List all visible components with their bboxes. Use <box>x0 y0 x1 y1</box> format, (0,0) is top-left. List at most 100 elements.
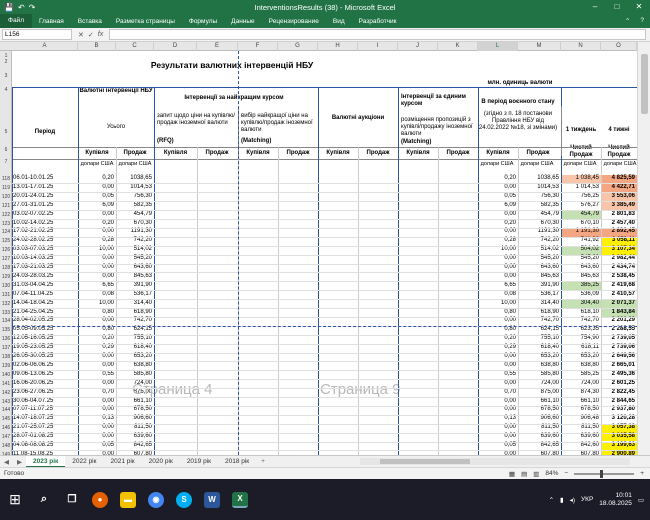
week1-cell[interactable]: 1 191,30 <box>561 228 601 237</box>
war-buy-cell[interactable]: 0,70 <box>478 389 518 397</box>
week1-cell[interactable]: 618,11 <box>561 344 601 352</box>
sell-cell[interactable]: 755,10 <box>116 335 154 343</box>
week4-cell[interactable]: 2 937,80 <box>601 406 637 414</box>
buy-cell[interactable]: 0,05 <box>78 442 116 450</box>
week4-cell[interactable]: 2 739,06 <box>601 344 637 352</box>
war-buy-cell[interactable]: 0,08 <box>478 291 518 299</box>
week4-cell[interactable]: 2 495,36 <box>601 371 637 379</box>
war-buy-cell[interactable]: 0,55 <box>478 371 518 379</box>
row-header[interactable]: 121 <box>0 203 12 209</box>
column-header-a[interactable]: A <box>12 42 78 51</box>
war-buy-cell[interactable]: 0,00 <box>478 433 518 441</box>
skype-icon[interactable]: S <box>176 491 192 508</box>
week4-cell[interactable]: 3 107,34 <box>601 246 637 255</box>
row-header[interactable]: 122 <box>0 212 12 218</box>
period-cell[interactable]: 06.01-10.01.25 <box>13 175 77 183</box>
war-sell-cell[interactable]: 618,90 <box>518 309 561 317</box>
war-sell-cell[interactable]: 742,70 <box>518 317 561 325</box>
page-break-view-icon[interactable]: ▥ <box>533 470 539 478</box>
sell-cell[interactable]: 536,17 <box>116 291 154 299</box>
horizontal-scroll-thumb[interactable] <box>380 459 470 464</box>
row-header[interactable]: 123 <box>0 221 12 227</box>
name-box[interactable]: L156 <box>2 29 72 40</box>
period-cell[interactable]: 02.06-06.06.25 <box>13 362 77 370</box>
sheet-tab-2023[interactable]: 2023 рік <box>26 455 66 468</box>
week1-cell[interactable]: 742,70 <box>561 317 601 325</box>
period-cell[interactable]: 31.03-04.04.25 <box>13 282 77 290</box>
buy-cell[interactable]: 0,00 <box>78 380 116 388</box>
war-sell-cell[interactable]: 1038,65 <box>518 175 561 183</box>
close-button[interactable]: ✕ <box>628 0 650 14</box>
zoom-level[interactable]: 84% <box>545 470 558 477</box>
normal-view-icon[interactable]: ▦ <box>509 470 515 478</box>
row-header[interactable]: 118 <box>0 176 12 182</box>
tab-view[interactable]: Вид <box>326 18 352 25</box>
week4-cell[interactable]: 1 843,84 <box>601 308 637 317</box>
cancel-icon[interactable]: ✕ <box>78 31 84 39</box>
period-cell[interactable]: 21.04-25.04.25 <box>13 309 77 317</box>
row-header[interactable]: 126 <box>0 247 12 253</box>
war-sell-cell[interactable]: 1014,53 <box>518 184 561 192</box>
row-header[interactable]: 145 <box>0 416 12 422</box>
war-sell-cell[interactable]: 742,20 <box>518 237 561 245</box>
week1-cell[interactable]: 842,60 <box>561 442 601 450</box>
buy-cell[interactable]: 0,00 <box>78 406 116 414</box>
sheet-tab-2020[interactable]: 2020 рік <box>142 456 180 468</box>
row-header[interactable]: 129 <box>0 274 12 280</box>
week1-cell[interactable]: 304,40 <box>561 299 601 308</box>
sell-cell[interactable]: 906,60 <box>116 415 154 423</box>
sell-cell[interactable]: 585,80 <box>116 371 154 379</box>
war-sell-cell[interactable]: 724,00 <box>518 380 561 388</box>
week1-cell[interactable]: 845,63 <box>561 273 601 281</box>
period-cell[interactable]: 07.07-11.07.25 <box>13 406 77 414</box>
week4-cell[interactable]: 2 434,74 <box>601 264 637 272</box>
war-buy-cell[interactable]: 0,00 <box>478 228 518 236</box>
week1-cell[interactable]: 678,50 <box>561 406 601 414</box>
war-buy-cell[interactable]: 0,00 <box>478 273 518 281</box>
buy-cell[interactable]: 0,00 <box>78 317 116 325</box>
column-header-g[interactable]: G <box>278 42 318 51</box>
sell-cell[interactable]: 653,20 <box>116 353 154 361</box>
war-buy-cell[interactable]: 10,00 <box>478 246 518 254</box>
war-buy-cell[interactable]: 0,00 <box>478 424 518 432</box>
row-header[interactable]: 130 <box>0 283 12 289</box>
buy-cell[interactable]: 0,00 <box>78 228 116 236</box>
war-sell-cell[interactable]: 845,63 <box>518 273 561 281</box>
war-buy-cell[interactable]: 0,00 <box>478 398 518 406</box>
period-cell[interactable]: 16.06-20.06.25 <box>13 380 77 388</box>
tab-nav-right-icon[interactable]: ▶ <box>13 458 26 466</box>
sell-cell[interactable]: 618,90 <box>116 309 154 317</box>
buy-cell[interactable]: 0,20 <box>78 175 116 183</box>
tab-insert[interactable]: Вставка <box>71 18 109 25</box>
war-buy-cell[interactable]: 0,00 <box>478 353 518 361</box>
buy-cell[interactable]: 6,65 <box>78 282 116 290</box>
horizontal-scrollbar[interactable] <box>360 458 630 465</box>
row-header[interactable]: 132 <box>0 301 12 307</box>
week4-cell[interactable]: 3 057,38 <box>601 424 637 433</box>
war-sell-cell[interactable]: 618,40 <box>518 344 561 352</box>
row-header[interactable]: 140 <box>0 372 12 378</box>
column-header-d[interactable]: D <box>154 42 197 51</box>
tab-developer[interactable]: Разработчик <box>352 18 404 25</box>
sell-cell[interactable]: 639,60 <box>116 433 154 441</box>
row-header[interactable]: 5 <box>0 129 12 135</box>
excel-icon[interactable]: X <box>232 491 248 508</box>
week4-cell[interactable]: 3 120,28 <box>601 415 637 423</box>
week1-cell[interactable]: 661,10 <box>561 398 601 406</box>
minimize-button[interactable]: – <box>584 0 606 14</box>
zoom-out-icon[interactable]: − <box>564 470 568 477</box>
week1-cell[interactable]: 585,25 <box>561 371 601 379</box>
clock[interactable]: 10:01 18.08.2025 <box>599 492 632 508</box>
war-sell-cell[interactable]: 536,17 <box>518 291 561 299</box>
war-buy-cell[interactable]: 6,65 <box>478 282 518 290</box>
sell-cell[interactable]: 742,70 <box>116 317 154 325</box>
explorer-icon[interactable]: ▬ <box>120 491 136 508</box>
help-icon[interactable]: ? <box>640 17 644 25</box>
week4-cell[interactable]: 4 825,59 <box>601 175 637 184</box>
war-buy-cell[interactable]: 0,00 <box>478 317 518 325</box>
sell-cell[interactable]: 678,50 <box>116 406 154 414</box>
buy-cell[interactable]: 0,00 <box>78 273 116 281</box>
buy-cell[interactable]: 0,00 <box>78 211 116 219</box>
row-header[interactable]: 144 <box>0 407 12 413</box>
war-sell-cell[interactable]: 643,60 <box>518 264 561 272</box>
